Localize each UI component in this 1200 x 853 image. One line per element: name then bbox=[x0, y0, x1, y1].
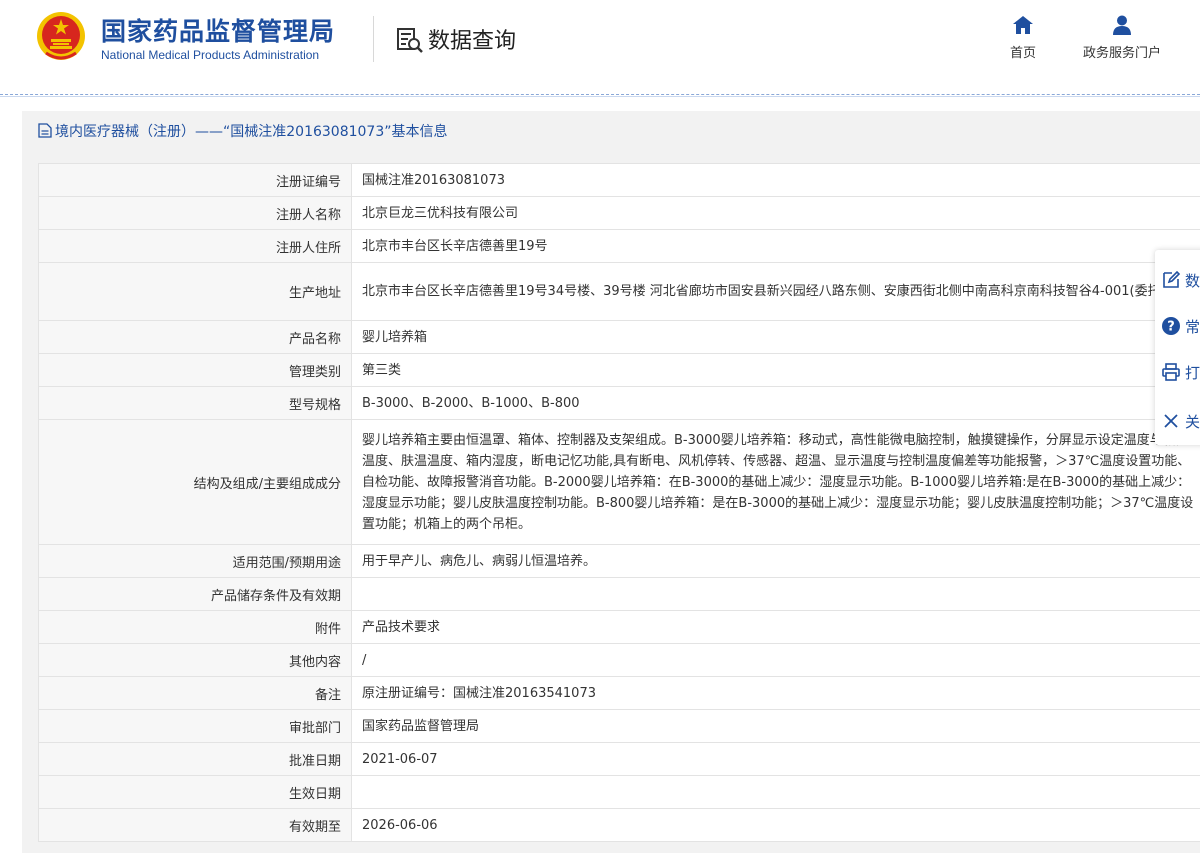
nav-home-label: 首页 bbox=[1009, 46, 1036, 61]
toolbar-item-label: 打 bbox=[1185, 364, 1200, 382]
row-label: 注册人名称 bbox=[38, 196, 352, 230]
svg-text:?: ? bbox=[1167, 320, 1175, 335]
row-value: 北京市丰台区长辛店德善里19号 bbox=[351, 229, 1200, 263]
row-value: 北京市丰台区长辛店德善里19号34号楼、39号楼 河北省廊坊市固安县新兴园经八路… bbox=[351, 262, 1200, 321]
row-label: 管理类别 bbox=[38, 353, 352, 387]
table-row: 批准日期 2021-06-07 bbox=[38, 742, 1200, 776]
toolbar-item-data[interactable]: 数 bbox=[1161, 264, 1200, 294]
section-title: 数据查询 bbox=[428, 29, 517, 54]
row-label: 适用范围/预期用途 bbox=[38, 544, 352, 578]
user-icon bbox=[1113, 15, 1131, 35]
row-label: 附件 bbox=[38, 610, 352, 644]
table-row: 生产地址 北京市丰台区长辛店德善里19号34号楼、39号楼 河北省廊坊市固安县新… bbox=[38, 262, 1200, 321]
row-label: 型号规格 bbox=[38, 386, 352, 420]
toolbar-item-faq[interactable]: ? 常 bbox=[1161, 310, 1200, 340]
row-label: 审批部门 bbox=[38, 709, 352, 743]
row-label: 其他内容 bbox=[38, 643, 352, 677]
table-row: 生效日期 bbox=[38, 775, 1200, 809]
toolbar-item-label: 常 bbox=[1185, 318, 1200, 336]
table-row: 注册人住所 北京市丰台区长辛店德善里19号 bbox=[38, 229, 1200, 263]
row-value bbox=[351, 577, 1200, 611]
table-row: 其他内容 / bbox=[38, 643, 1200, 677]
row-value: B-3000、B-2000、B-1000、B-800 bbox=[351, 386, 1200, 420]
row-label: 注册证编号 bbox=[38, 163, 352, 197]
row-label: 备注 bbox=[38, 676, 352, 710]
site-header: 国家药品监督管理局 National Medical Products Admi… bbox=[0, 0, 1200, 94]
home-icon bbox=[1013, 16, 1033, 34]
row-value: 原注册证编号：国械注准20163541073 bbox=[351, 676, 1200, 710]
row-value: 国械注准20163081073 bbox=[351, 163, 1200, 197]
toolbar-item-close[interactable]: 关 bbox=[1161, 405, 1200, 435]
close-icon bbox=[1164, 414, 1178, 428]
row-label: 生产地址 bbox=[38, 262, 352, 321]
table-row: 有效期至 2026-06-06 bbox=[38, 808, 1200, 842]
document-icon bbox=[38, 123, 52, 138]
row-label: 结构及组成/主要组成成分 bbox=[38, 419, 352, 545]
toolbar-item-label: 数 bbox=[1185, 272, 1200, 290]
brand-name-cn: 国家药品监督管理局 bbox=[101, 17, 336, 46]
table-row: 型号规格 B-3000、B-2000、B-1000、B-800 bbox=[38, 386, 1200, 420]
row-value: 2021-06-07 bbox=[351, 742, 1200, 776]
row-label: 有效期至 bbox=[38, 808, 352, 842]
row-label: 批准日期 bbox=[38, 742, 352, 776]
table-row: 注册证编号 国械注准20163081073 bbox=[38, 163, 1200, 197]
nav-home[interactable]: 首页 bbox=[968, 14, 1078, 61]
row-value: 2026-06-06 bbox=[351, 808, 1200, 842]
edit-icon bbox=[1163, 270, 1181, 288]
row-value: 婴儿培养箱 bbox=[351, 320, 1200, 354]
row-label: 产品名称 bbox=[38, 320, 352, 354]
nav-portal-label: 政务服务门户 bbox=[1082, 46, 1161, 61]
table-row: 适用范围/预期用途 用于早产儿、病危儿、病弱儿恒温培养。 bbox=[38, 544, 1200, 578]
table-row: 产品名称 婴儿培养箱 bbox=[38, 320, 1200, 354]
floating-toolbar: 数 ? 常 打 关 bbox=[1155, 250, 1200, 445]
row-value bbox=[351, 775, 1200, 809]
table-row: 管理类别 第三类 bbox=[38, 353, 1200, 387]
panel-title: 境内医疗器械（注册）——“国械注准20163081073”基本信息 bbox=[38, 121, 447, 141]
row-value: 产品技术要求 bbox=[351, 610, 1200, 644]
row-value: 第三类 bbox=[351, 353, 1200, 387]
row-value: / bbox=[351, 643, 1200, 677]
row-label: 产品储存条件及有效期 bbox=[38, 577, 352, 611]
row-value: 用于早产儿、病危儿、病弱儿恒温培养。 bbox=[351, 544, 1200, 578]
row-label: 注册人住所 bbox=[38, 229, 352, 263]
row-value: 婴儿培养箱主要由恒温罩、箱体、控制器及支架组成。B-3000婴儿培养箱：移动式，… bbox=[351, 419, 1200, 545]
row-label: 生效日期 bbox=[38, 775, 352, 809]
table-row: 结构及组成/主要组成成分 婴儿培养箱主要由恒温罩、箱体、控制器及支架组成。B-3… bbox=[38, 419, 1200, 545]
header-divider bbox=[373, 16, 374, 62]
row-value: 北京巨龙三优科技有限公司 bbox=[351, 196, 1200, 230]
print-icon bbox=[1162, 363, 1180, 381]
nav-gov-service-portal[interactable]: 政务服务门户 bbox=[1067, 14, 1177, 61]
table-row: 审批部门 国家药品监督管理局 bbox=[38, 709, 1200, 743]
device-info-table: 注册证编号 国械注准20163081073 注册人名称 北京巨龙三优科技有限公司… bbox=[38, 163, 1200, 842]
row-value: 国家药品监督管理局 bbox=[351, 709, 1200, 743]
table-row: 注册人名称 北京巨龙三优科技有限公司 bbox=[38, 196, 1200, 230]
data-query-icon bbox=[397, 28, 423, 53]
header-separator bbox=[0, 94, 1200, 97]
national-emblem-icon bbox=[37, 12, 85, 60]
toolbar-item-print[interactable]: 打 bbox=[1161, 356, 1200, 386]
table-row: 备注 原注册证编号：国械注准20163541073 bbox=[38, 676, 1200, 710]
table-row: 产品储存条件及有效期 bbox=[38, 577, 1200, 611]
brand-name-en: National Medical Products Administration bbox=[101, 48, 320, 62]
panel-title-text: 境内医疗器械（注册）——“国械注准20163081073”基本信息 bbox=[55, 124, 448, 140]
toolbar-item-label: 关 bbox=[1185, 413, 1200, 431]
help-icon: ? bbox=[1162, 317, 1180, 335]
table-row: 附件 产品技术要求 bbox=[38, 610, 1200, 644]
